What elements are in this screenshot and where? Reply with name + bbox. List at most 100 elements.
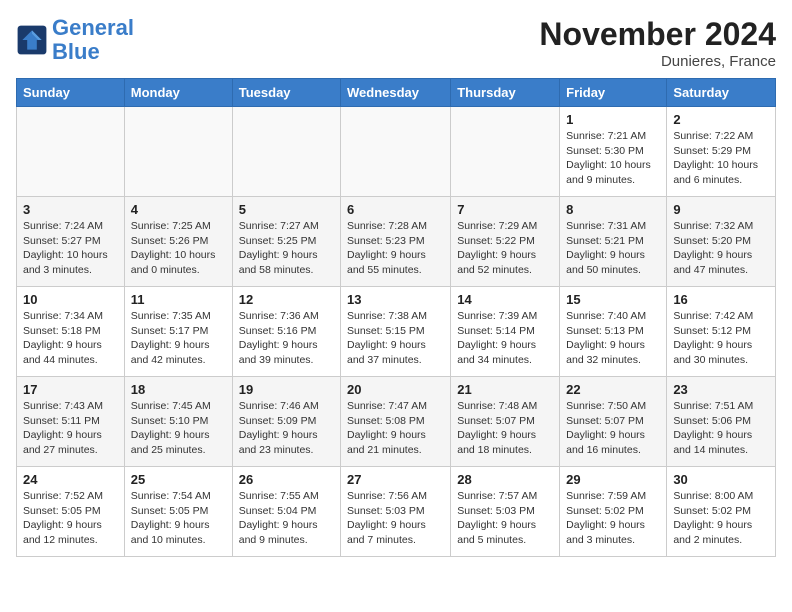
day-number: 16 <box>673 292 769 307</box>
day-number: 30 <box>673 472 769 487</box>
weekday-header-saturday: Saturday <box>667 79 776 107</box>
day-info: Sunrise: 7:51 AM Sunset: 5:06 PM Dayligh… <box>673 399 769 458</box>
calendar-week-row: 24 Sunrise: 7:52 AM Sunset: 5:05 PM Dayli… <box>17 467 776 557</box>
calendar-day-cell: 1Sunrise: 7:21 AM Sunset: 5:30 PM Daylig… <box>560 107 667 197</box>
day-number: 10 <box>23 292 118 307</box>
day-info: Sunrise: 7:59 AM Sunset: 5:02 PM Dayligh… <box>566 489 660 548</box>
calendar-day-cell: 16 Sunrise: 7:42 AM Sunset: 5:12 PM Dayli… <box>667 287 776 377</box>
day-number: 23 <box>673 382 769 397</box>
calendar-day-cell: 24 Sunrise: 7:52 AM Sunset: 5:05 PM Dayli… <box>17 467 125 557</box>
day-number: 8 <box>566 202 660 217</box>
calendar-day-cell <box>17 107 125 197</box>
day-info: Sunrise: 7:54 AM Sunset: 5:05 PM Dayligh… <box>131 489 226 548</box>
day-number: 6 <box>347 202 444 217</box>
calendar-day-cell: 6 Sunrise: 7:28 AM Sunset: 5:23 PM Daylig… <box>341 197 451 287</box>
logo: General Blue <box>16 16 134 64</box>
day-info: Sunrise: 8:00 AM Sunset: 5:02 PM Dayligh… <box>673 489 769 548</box>
day-info: Sunrise: 7:57 AM Sunset: 5:03 PM Dayligh… <box>457 489 553 548</box>
weekday-header-sunday: Sunday <box>17 79 125 107</box>
calendar-week-row: 17 Sunrise: 7:43 AM Sunset: 5:11 PM Dayli… <box>17 377 776 467</box>
calendar-day-cell: 10 Sunrise: 7:34 AM Sunset: 5:18 PM Dayli… <box>17 287 125 377</box>
day-number: 22 <box>566 382 660 397</box>
calendar-day-cell: 30 Sunrise: 8:00 AM Sunset: 5:02 PM Dayli… <box>667 467 776 557</box>
weekday-header-tuesday: Tuesday <box>232 79 340 107</box>
calendar-day-cell: 14 Sunrise: 7:39 AM Sunset: 5:14 PM Dayli… <box>451 287 560 377</box>
day-number: 19 <box>239 382 334 397</box>
calendar-day-cell: 15 Sunrise: 7:40 AM Sunset: 5:13 PM Dayli… <box>560 287 667 377</box>
calendar-week-row: 1Sunrise: 7:21 AM Sunset: 5:30 PM Daylig… <box>17 107 776 197</box>
calendar-day-cell: 18 Sunrise: 7:45 AM Sunset: 5:10 PM Dayli… <box>124 377 232 467</box>
calendar-table: SundayMondayTuesdayWednesdayThursdayFrid… <box>16 78 776 557</box>
location: Dunieres, France <box>539 53 776 70</box>
day-info: Sunrise: 7:40 AM Sunset: 5:13 PM Dayligh… <box>566 309 660 368</box>
calendar-day-cell: 23 Sunrise: 7:51 AM Sunset: 5:06 PM Dayli… <box>667 377 776 467</box>
day-info: Sunrise: 7:52 AM Sunset: 5:05 PM Dayligh… <box>23 489 118 548</box>
day-info: Sunrise: 7:43 AM Sunset: 5:11 PM Dayligh… <box>23 399 118 458</box>
day-info: Sunrise: 7:46 AM Sunset: 5:09 PM Dayligh… <box>239 399 334 458</box>
day-info: Sunrise: 7:29 AM Sunset: 5:22 PM Dayligh… <box>457 219 553 278</box>
calendar-day-cell: 25 Sunrise: 7:54 AM Sunset: 5:05 PM Dayli… <box>124 467 232 557</box>
day-number: 12 <box>239 292 334 307</box>
day-number: 14 <box>457 292 553 307</box>
calendar-day-cell: 9Sunrise: 7:32 AM Sunset: 5:20 PM Daylig… <box>667 197 776 287</box>
title-area: November 2024 Dunieres, France <box>539 16 776 70</box>
day-number: 17 <box>23 382 118 397</box>
logo-icon <box>16 24 48 56</box>
day-number: 20 <box>347 382 444 397</box>
calendar-week-row: 10 Sunrise: 7:34 AM Sunset: 5:18 PM Dayli… <box>17 287 776 377</box>
day-number: 5 <box>239 202 334 217</box>
calendar-day-cell <box>232 107 340 197</box>
day-number: 2 <box>673 112 769 127</box>
logo-blue: Blue <box>52 39 100 64</box>
day-info: Sunrise: 7:38 AM Sunset: 5:15 PM Dayligh… <box>347 309 444 368</box>
day-number: 29 <box>566 472 660 487</box>
calendar-day-cell: 3 Sunrise: 7:24 AM Sunset: 5:27 PM Daylig… <box>17 197 125 287</box>
calendar-day-cell: 21Sunrise: 7:48 AM Sunset: 5:07 PM Dayli… <box>451 377 560 467</box>
day-info: Sunrise: 7:50 AM Sunset: 5:07 PM Dayligh… <box>566 399 660 458</box>
weekday-header-monday: Monday <box>124 79 232 107</box>
day-number: 11 <box>131 292 226 307</box>
day-number: 13 <box>347 292 444 307</box>
day-number: 24 <box>23 472 118 487</box>
day-number: 27 <box>347 472 444 487</box>
day-info: Sunrise: 7:24 AM Sunset: 5:27 PM Dayligh… <box>23 219 118 278</box>
calendar-day-cell: 13 Sunrise: 7:38 AM Sunset: 5:15 PM Dayli… <box>341 287 451 377</box>
calendar-day-cell: 28 Sunrise: 7:57 AM Sunset: 5:03 PM Dayli… <box>451 467 560 557</box>
calendar-day-cell: 4Sunrise: 7:25 AM Sunset: 5:26 PM Daylig… <box>124 197 232 287</box>
day-info: Sunrise: 7:28 AM Sunset: 5:23 PM Dayligh… <box>347 219 444 278</box>
weekday-header-thursday: Thursday <box>451 79 560 107</box>
day-info: Sunrise: 7:36 AM Sunset: 5:16 PM Dayligh… <box>239 309 334 368</box>
day-info: Sunrise: 7:45 AM Sunset: 5:10 PM Dayligh… <box>131 399 226 458</box>
day-number: 15 <box>566 292 660 307</box>
calendar-day-cell: 27 Sunrise: 7:56 AM Sunset: 5:03 PM Dayli… <box>341 467 451 557</box>
weekday-header-wednesday: Wednesday <box>341 79 451 107</box>
day-number: 28 <box>457 472 553 487</box>
logo-text: General Blue <box>52 16 134 64</box>
calendar-day-cell: 26 Sunrise: 7:55 AM Sunset: 5:04 PM Dayli… <box>232 467 340 557</box>
day-info: Sunrise: 7:39 AM Sunset: 5:14 PM Dayligh… <box>457 309 553 368</box>
day-info: Sunrise: 7:55 AM Sunset: 5:04 PM Dayligh… <box>239 489 334 548</box>
day-number: 25 <box>131 472 226 487</box>
day-number: 18 <box>131 382 226 397</box>
calendar-day-cell: 20Sunrise: 7:47 AM Sunset: 5:08 PM Dayli… <box>341 377 451 467</box>
day-number: 3 <box>23 202 118 217</box>
day-info: Sunrise: 7:42 AM Sunset: 5:12 PM Dayligh… <box>673 309 769 368</box>
calendar-day-cell <box>341 107 451 197</box>
month-title: November 2024 <box>539 16 776 53</box>
calendar-day-cell: 17 Sunrise: 7:43 AM Sunset: 5:11 PM Dayli… <box>17 377 125 467</box>
day-info: Sunrise: 7:21 AM Sunset: 5:30 PM Dayligh… <box>566 129 660 188</box>
calendar-day-cell: 19 Sunrise: 7:46 AM Sunset: 5:09 PM Dayli… <box>232 377 340 467</box>
calendar-day-cell: 2 Sunrise: 7:22 AM Sunset: 5:29 PM Daylig… <box>667 107 776 197</box>
weekday-header-friday: Friday <box>560 79 667 107</box>
day-info: Sunrise: 7:27 AM Sunset: 5:25 PM Dayligh… <box>239 219 334 278</box>
calendar-day-cell: 12 Sunrise: 7:36 AM Sunset: 5:16 PM Dayli… <box>232 287 340 377</box>
day-info: Sunrise: 7:25 AM Sunset: 5:26 PM Dayligh… <box>131 219 226 278</box>
day-info: Sunrise: 7:34 AM Sunset: 5:18 PM Dayligh… <box>23 309 118 368</box>
day-info: Sunrise: 7:48 AM Sunset: 5:07 PM Dayligh… <box>457 399 553 458</box>
day-number: 26 <box>239 472 334 487</box>
calendar-week-row: 3 Sunrise: 7:24 AM Sunset: 5:27 PM Daylig… <box>17 197 776 287</box>
day-info: Sunrise: 7:31 AM Sunset: 5:21 PM Dayligh… <box>566 219 660 278</box>
day-info: Sunrise: 7:22 AM Sunset: 5:29 PM Dayligh… <box>673 129 769 188</box>
day-info: Sunrise: 7:56 AM Sunset: 5:03 PM Dayligh… <box>347 489 444 548</box>
calendar-day-cell: 7Sunrise: 7:29 AM Sunset: 5:22 PM Daylig… <box>451 197 560 287</box>
